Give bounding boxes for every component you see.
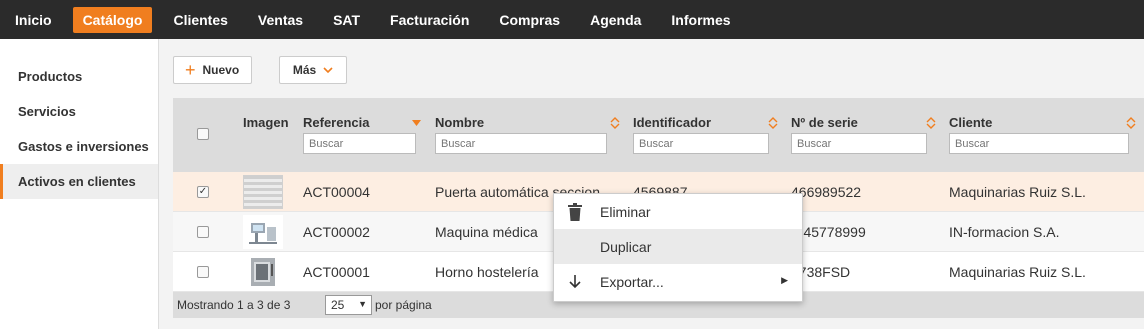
nav-item-clientes[interactable]: Clientes	[164, 7, 236, 33]
nav-item-sat[interactable]: SAT	[324, 7, 369, 33]
nav-item-catalogo[interactable]: Catálogo	[72, 6, 153, 33]
context-menu: Eliminar Duplicar Exportar... ▶	[553, 193, 803, 302]
cell-name: Horno hostelería	[435, 264, 539, 280]
nav-item-facturacion[interactable]: Facturación	[381, 7, 478, 33]
row-checkbox[interactable]: ✓	[197, 186, 209, 198]
chevron-down-icon	[323, 66, 333, 73]
sort-icon[interactable]	[610, 117, 620, 129]
filter-identifier-input[interactable]	[633, 133, 769, 154]
cell-client: Maquinarias Ruiz S.L.	[949, 184, 1086, 200]
new-button-label: Nuevo	[202, 63, 240, 77]
nav-item-agenda[interactable]: Agenda	[581, 7, 650, 33]
context-menu-delete-label: Eliminar	[600, 204, 651, 220]
medical-machine-image	[243, 215, 283, 249]
cell-name: Maquina médica	[435, 224, 538, 240]
column-header-name[interactable]: Nombre	[435, 115, 484, 130]
filter-serial-input[interactable]	[791, 133, 927, 154]
filter-client-input[interactable]	[949, 133, 1129, 154]
per-page-value: 25	[331, 298, 345, 312]
context-menu-export[interactable]: Exportar... ▶	[554, 264, 802, 299]
pagination-summary: Mostrando 1 a 3 de 3	[177, 298, 291, 312]
arrow-down-icon	[569, 275, 581, 289]
cell-reference: ACT00002	[303, 224, 370, 240]
column-header-client[interactable]: Cliente	[949, 115, 992, 130]
sidebar-item-productos[interactable]: Productos	[0, 59, 158, 94]
more-button-label: Más	[292, 63, 317, 77]
sidebar-item-servicios[interactable]: Servicios	[0, 94, 158, 129]
oven-image	[243, 255, 283, 289]
new-button[interactable]: + Nuevo	[173, 56, 252, 84]
context-menu-duplicate-label: Duplicar	[600, 239, 652, 255]
trash-icon	[568, 203, 582, 221]
more-button[interactable]: Más	[279, 56, 347, 84]
column-header-identifier[interactable]: Identificador	[633, 115, 711, 130]
sidebar: Productos Servicios Gastos e inversiones…	[0, 39, 159, 329]
select-all-checkbox[interactable]	[197, 128, 209, 140]
context-menu-duplicate[interactable]: Duplicar	[554, 229, 802, 264]
nav-item-informes[interactable]: Informes	[662, 7, 739, 33]
dropdown-arrow-icon: ▼	[358, 299, 367, 309]
nav-item-ventas[interactable]: Ventas	[249, 7, 312, 33]
filter-name-input[interactable]	[435, 133, 607, 154]
cell-reference: ACT00004	[303, 184, 370, 200]
cell-client: Maquinarias Ruiz S.L.	[949, 264, 1086, 280]
context-menu-export-label: Exportar...	[600, 274, 664, 290]
toolbar: + Nuevo Más	[173, 56, 347, 84]
row-checkbox[interactable]	[197, 266, 209, 278]
submenu-arrow-icon: ▶	[781, 275, 788, 285]
nav-item-compras[interactable]: Compras	[490, 7, 569, 33]
sort-desc-icon[interactable]	[412, 120, 421, 126]
column-header-reference[interactable]: Referencia	[303, 115, 369, 130]
garage-door-image	[243, 175, 283, 209]
sort-icon[interactable]	[768, 117, 778, 129]
sidebar-item-activos[interactable]: Activos en clientes	[0, 164, 158, 199]
sort-icon[interactable]	[1126, 117, 1136, 129]
row-checkbox[interactable]	[197, 226, 209, 238]
table-header: Imagen Referencia Nombre Identificador N…	[173, 98, 1144, 172]
cell-reference: ACT00001	[303, 264, 370, 280]
sidebar-item-gastos[interactable]: Gastos e inversiones	[0, 129, 158, 164]
per-page-select[interactable]: 25 ▼	[325, 295, 372, 315]
context-menu-delete[interactable]: Eliminar	[554, 194, 802, 229]
per-page-label: por página	[375, 298, 432, 312]
top-navigation: Inicio Catálogo Clientes Ventas SAT Fact…	[0, 0, 1144, 39]
nav-item-inicio[interactable]: Inicio	[6, 7, 61, 33]
plus-icon: +	[185, 60, 196, 80]
sort-icon[interactable]	[926, 117, 936, 129]
column-header-image: Imagen	[243, 115, 289, 130]
cell-client: IN-formacion S.A.	[949, 224, 1060, 240]
column-header-serial[interactable]: Nº de serie	[791, 115, 858, 130]
filter-reference-input[interactable]	[303, 133, 416, 154]
